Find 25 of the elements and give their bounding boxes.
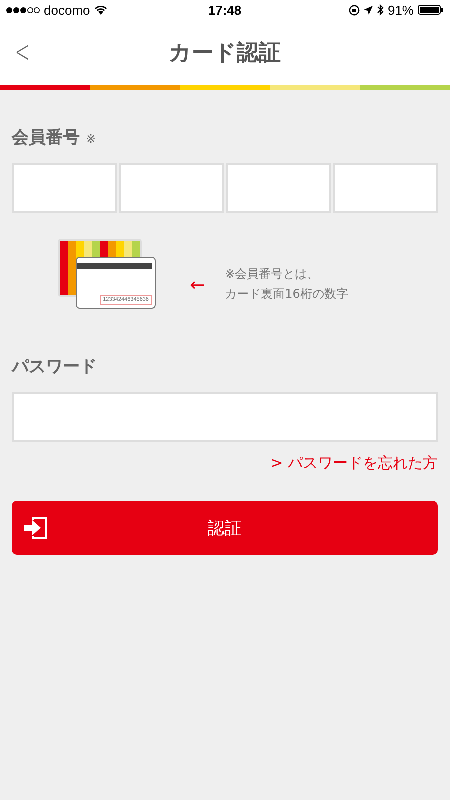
orientation-lock-icon — [348, 4, 360, 16]
hint-text: ※会員番号とは、 — [225, 266, 320, 283]
member-number-field[interactable] — [12, 163, 117, 213]
page-title: カード認証 — [168, 40, 282, 68]
battery-percent: 91% — [388, 2, 414, 18]
carrier-name: docomo — [44, 2, 90, 18]
signal-icon — [6, 6, 40, 14]
submit-button[interactable]: 認証 — [12, 501, 438, 555]
location-icon — [364, 6, 373, 14]
member-number-field[interactable] — [333, 163, 438, 213]
login-icon — [23, 515, 49, 541]
bluetooth-icon — [376, 4, 384, 16]
battery-icon — [418, 5, 444, 15]
arrow-icon: ← — [190, 274, 206, 296]
forgot-password-link[interactable]: > パスワードを忘れた方 — [270, 454, 438, 473]
clock: 17:48 — [207, 2, 243, 18]
field-label: 会員番号 — [12, 127, 80, 149]
member-number-field[interactable] — [119, 163, 224, 213]
wifi-icon — [94, 5, 108, 15]
required-mark: ※ — [86, 132, 96, 146]
password-field[interactable] — [12, 392, 438, 442]
hint-text: カード裏面16桁の数字 — [225, 286, 348, 303]
field-label: パスワード — [12, 356, 98, 378]
back-button[interactable]: < — [9, 35, 36, 70]
member-number-field[interactable] — [226, 163, 331, 213]
